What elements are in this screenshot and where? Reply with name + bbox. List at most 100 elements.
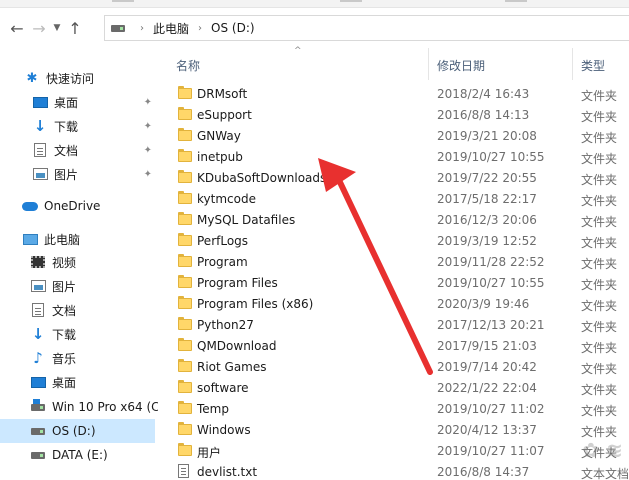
- sidebar-item-drive-c[interactable]: Win 10 Pro x64 (C: [0, 395, 158, 419]
- file-date-modified: 2019/10/27 10:55: [437, 150, 545, 164]
- column-header-name[interactable]: 名称: [176, 57, 200, 74]
- icon-cell: [178, 359, 192, 372]
- sidebar-item-documents[interactable]: 文档: [0, 298, 158, 322]
- column-header-row: ^ 名称 修改日期 类型: [158, 46, 629, 80]
- sidebar-item-documents-pinned[interactable]: 文档 ✦: [0, 138, 158, 162]
- file-row[interactable]: Program Files 2019/10/27 10:55 文件夹: [158, 273, 629, 294]
- file-row[interactable]: KDubaSoftDownloads 2019/7/22 20:55 文件夹: [158, 168, 629, 189]
- file-name: devlist.txt: [197, 465, 258, 479]
- file-row[interactable]: devlist.txt 2016/8/8 14:37 文本文档: [158, 462, 629, 480]
- file-date-modified: 2020/4/12 13:37: [437, 423, 537, 437]
- file-type: 文件夹: [581, 131, 618, 145]
- recent-locations-button[interactable]: ▼: [50, 15, 64, 41]
- sidebar-item-label: 下载: [52, 327, 77, 342]
- file-date-modified: 2016/8/8 14:37: [437, 465, 530, 479]
- back-button[interactable]: ←: [6, 15, 28, 41]
- file-name: Windows: [197, 423, 251, 437]
- icon-cell: [178, 212, 192, 225]
- ribbon-strip: [0, 0, 629, 8]
- sidebar-item-videos[interactable]: 视频: [0, 250, 158, 274]
- icon-cell: [178, 317, 192, 330]
- folder-icon: [178, 149, 192, 162]
- column-header-type[interactable]: 类型: [581, 57, 605, 74]
- column-header-date[interactable]: 修改日期: [437, 57, 485, 74]
- file-type: 文件夹: [581, 215, 618, 229]
- up-button[interactable]: ↑: [64, 15, 86, 41]
- sidebar-item-desktop-pinned[interactable]: 桌面 ✦: [0, 90, 158, 114]
- sidebar-item-downloads-pinned[interactable]: ↓ 下载 ✦: [0, 114, 158, 138]
- desktop-icon: [32, 96, 48, 108]
- pin-icon[interactable]: ✦: [144, 145, 152, 156]
- file-row[interactable]: DRMsoft 2018/2/4 16:43 文件夹: [158, 84, 629, 105]
- sidebar-item-this-pc[interactable]: 此电脑: [0, 227, 158, 251]
- file-name: Program Files (x86): [197, 297, 314, 311]
- file-row[interactable]: QMDownload 2017/9/15 21:03 文件夹: [158, 336, 629, 357]
- sidebar-item-onedrive[interactable]: OneDrive: [0, 194, 158, 218]
- file-date-modified: 2019/11/28 22:52: [437, 255, 545, 269]
- file-row[interactable]: Python27 2017/12/13 20:21 文件夹: [158, 315, 629, 336]
- file-type: 文件夹: [581, 341, 618, 355]
- file-row[interactable]: Program Files (x86) 2020/3/9 19:46 文件夹: [158, 294, 629, 315]
- sidebar-item-drive-d[interactable]: OS (D:): [0, 419, 155, 443]
- sidebar-item-desktop[interactable]: 桌面: [0, 370, 158, 394]
- icon-cell: [178, 170, 192, 183]
- address-bar[interactable]: › 此电脑 › OS (D:): [104, 15, 629, 41]
- drive-icon: [31, 427, 45, 435]
- navigation-bar: ← → ▼ ↑ › 此电脑 › OS (D:): [0, 8, 629, 48]
- file-row[interactable]: Windows 2020/4/12 13:37 文件夹: [158, 420, 629, 441]
- pin-icon[interactable]: ✦: [144, 121, 152, 132]
- sidebar-item-pictures-pinned[interactable]: 图片 ✦: [0, 162, 158, 186]
- pin-icon[interactable]: ✦: [144, 97, 152, 108]
- star-icon: ✱: [26, 70, 38, 86]
- file-row[interactable]: software 2022/1/22 22:04 文件夹: [158, 378, 629, 399]
- file-row[interactable]: eSupport 2016/8/8 14:13 文件夹: [158, 105, 629, 126]
- sidebar-item-downloads[interactable]: ↓ 下载: [0, 322, 158, 346]
- icon-cell: [178, 338, 192, 351]
- file-row[interactable]: 用户 2019/10/27 11:07 文件夹: [158, 441, 629, 462]
- sidebar-item-quick-access[interactable]: ✱ 快速访问: [0, 66, 158, 90]
- folder-icon: [178, 422, 192, 435]
- sidebar-item-label: 快速访问: [46, 71, 95, 86]
- file-name: Python27: [197, 318, 254, 332]
- breadcrumb-this-pc[interactable]: 此电脑: [153, 20, 189, 37]
- column-divider[interactable]: [572, 48, 573, 80]
- file-date-modified: 2018/2/4 16:43: [437, 87, 530, 101]
- forward-button[interactable]: →: [28, 15, 50, 41]
- icon-cell: [178, 191, 192, 204]
- breadcrumb-drive[interactable]: OS (D:): [211, 21, 255, 35]
- file-date-modified: 2019/3/21 20:08: [437, 129, 537, 143]
- file-row[interactable]: Program 2019/11/28 22:52 文件夹: [158, 252, 629, 273]
- column-divider[interactable]: [428, 48, 429, 80]
- file-row[interactable]: inetpub 2019/10/27 10:55 文件夹: [158, 147, 629, 168]
- file-row[interactable]: PerfLogs 2019/3/19 12:52 文件夹: [158, 231, 629, 252]
- file-row[interactable]: Riot Games 2019/7/14 20:42 文件夹: [158, 357, 629, 378]
- file-row[interactable]: GNWay 2019/3/21 20:08 文件夹: [158, 126, 629, 147]
- icon-cell: [178, 401, 192, 414]
- icon-cell: [178, 296, 192, 309]
- file-name: QMDownload: [197, 339, 277, 353]
- sidebar-item-music[interactable]: ♪ 音乐: [0, 346, 158, 370]
- file-name: kytmcode: [197, 192, 256, 206]
- sidebar-item-label: 图片: [52, 279, 77, 294]
- file-date-modified: 2017/9/15 21:03: [437, 339, 537, 353]
- file-type: 文件夹: [581, 89, 618, 103]
- file-date-modified: 2017/5/18 22:17: [437, 192, 537, 206]
- download-icon: ↓: [31, 325, 45, 343]
- file-list: ^ 名称 修改日期 类型 DRMsoft 2018/2/4 16:43 文件夹 eSu…: [158, 46, 629, 480]
- file-row[interactable]: kytmcode 2017/5/18 22:17 文件夹: [158, 189, 629, 210]
- sidebar-item-label: Win 10 Pro x64 (C: [52, 400, 158, 414]
- windows-drive-icon: [31, 398, 45, 411]
- file-type: 文件夹: [581, 362, 618, 376]
- sidebar-item-pictures[interactable]: 图片: [0, 274, 158, 298]
- file-type: 文件夹: [581, 257, 618, 271]
- file-row[interactable]: MySQL Datafiles 2016/12/3 20:06 文件夹: [158, 210, 629, 231]
- folder-icon: [178, 128, 192, 141]
- file-type: 文件夹: [581, 383, 618, 397]
- file-date-modified: 2022/1/22 22:04: [437, 381, 537, 395]
- sidebar-item-drive-e[interactable]: DATA (E:): [0, 443, 158, 467]
- file-date-modified: 2016/8/8 14:13: [437, 108, 530, 122]
- pin-icon[interactable]: ✦: [144, 169, 152, 180]
- sidebar-item-label: DATA (E:): [52, 448, 108, 462]
- file-row[interactable]: Temp 2019/10/27 11:02 文件夹: [158, 399, 629, 420]
- folder-icon: [178, 233, 192, 246]
